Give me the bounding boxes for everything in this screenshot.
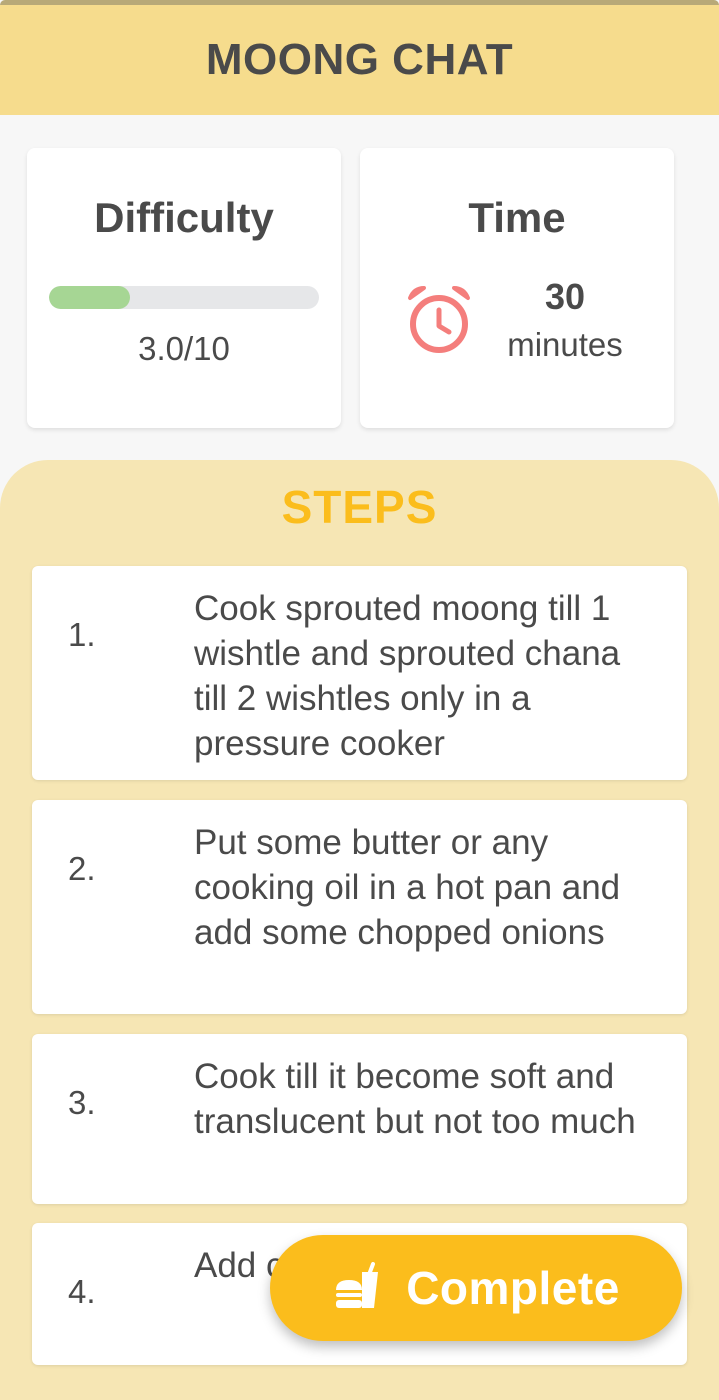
step-number: 4. [68,1273,96,1310]
time-value: 30 [544,276,586,317]
step-item: 1. Cook sprouted moong till 1 wishtle an… [32,566,687,780]
difficulty-value: 3.0/10 [138,330,230,367]
difficulty-progress-fill [49,286,130,309]
steps-title: STEPS [281,481,438,533]
difficulty-title: Difficulty [94,194,274,241]
burger-drink-icon [336,1262,379,1308]
step-number: 3. [68,1084,96,1121]
difficulty-progress-bar [49,286,319,309]
step-item: 2. Put some butter or any cooking oil in… [32,800,687,1014]
difficulty-card: Difficulty 3.0/10 [27,148,341,428]
step-number: 1. [68,616,96,653]
step-item: 3. Cook till it become soft and transluc… [32,1034,687,1204]
app-header: MOONG CHAT [0,5,719,115]
step-text: Put some butter or any cooking oil in a … [194,823,621,952]
time-title: Time [468,194,566,241]
step-text: Cook sprouted moong till 1 wishtle and s… [194,589,621,763]
complete-button[interactable]: Complete [270,1235,682,1341]
alarm-clock-icon [408,286,470,353]
step-number: 2. [68,850,96,887]
time-unit: minutes [507,326,623,363]
time-card: Time 30 minutes [360,148,674,428]
step-text: Cook till it become soft and translucent… [194,1057,636,1141]
complete-button-label: Complete [406,1262,620,1314]
recipe-title: MOONG CHAT [205,35,514,84]
